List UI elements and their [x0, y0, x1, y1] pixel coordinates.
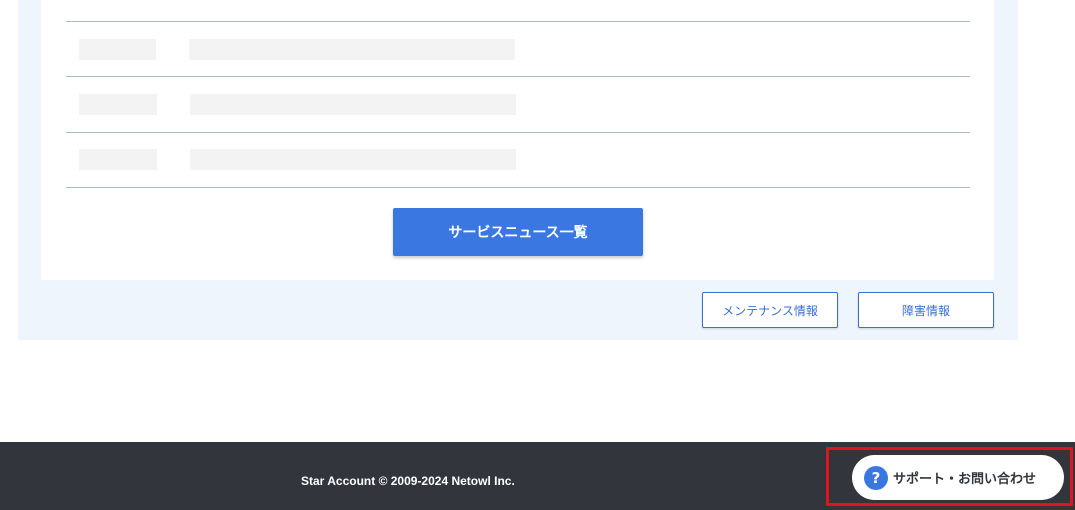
row-divider: [66, 132, 970, 133]
news-date-placeholder: [79, 39, 156, 60]
news-title-placeholder: [189, 39, 515, 60]
question-circle-icon: ?: [864, 465, 888, 490]
row-divider: [66, 76, 970, 77]
copyright-text: Star Account © 2009-2024 Netowl Inc.: [301, 474, 515, 488]
service-news-list-button[interactable]: サービスニュース一覧: [393, 208, 643, 256]
news-title-placeholder: [190, 149, 516, 170]
news-title-placeholder: [190, 94, 516, 115]
support-contact-button[interactable]: ? サポート・お問い合わせ: [852, 455, 1064, 500]
news-date-placeholder: [79, 149, 157, 170]
news-date-placeholder: [79, 94, 157, 115]
row-divider: [66, 21, 970, 22]
support-contact-label: サポート・お問い合わせ: [893, 472, 1037, 487]
row-divider: [66, 187, 970, 188]
maintenance-info-button[interactable]: メンテナンス情報: [702, 292, 838, 328]
incident-info-button[interactable]: 障害情報: [858, 292, 994, 328]
